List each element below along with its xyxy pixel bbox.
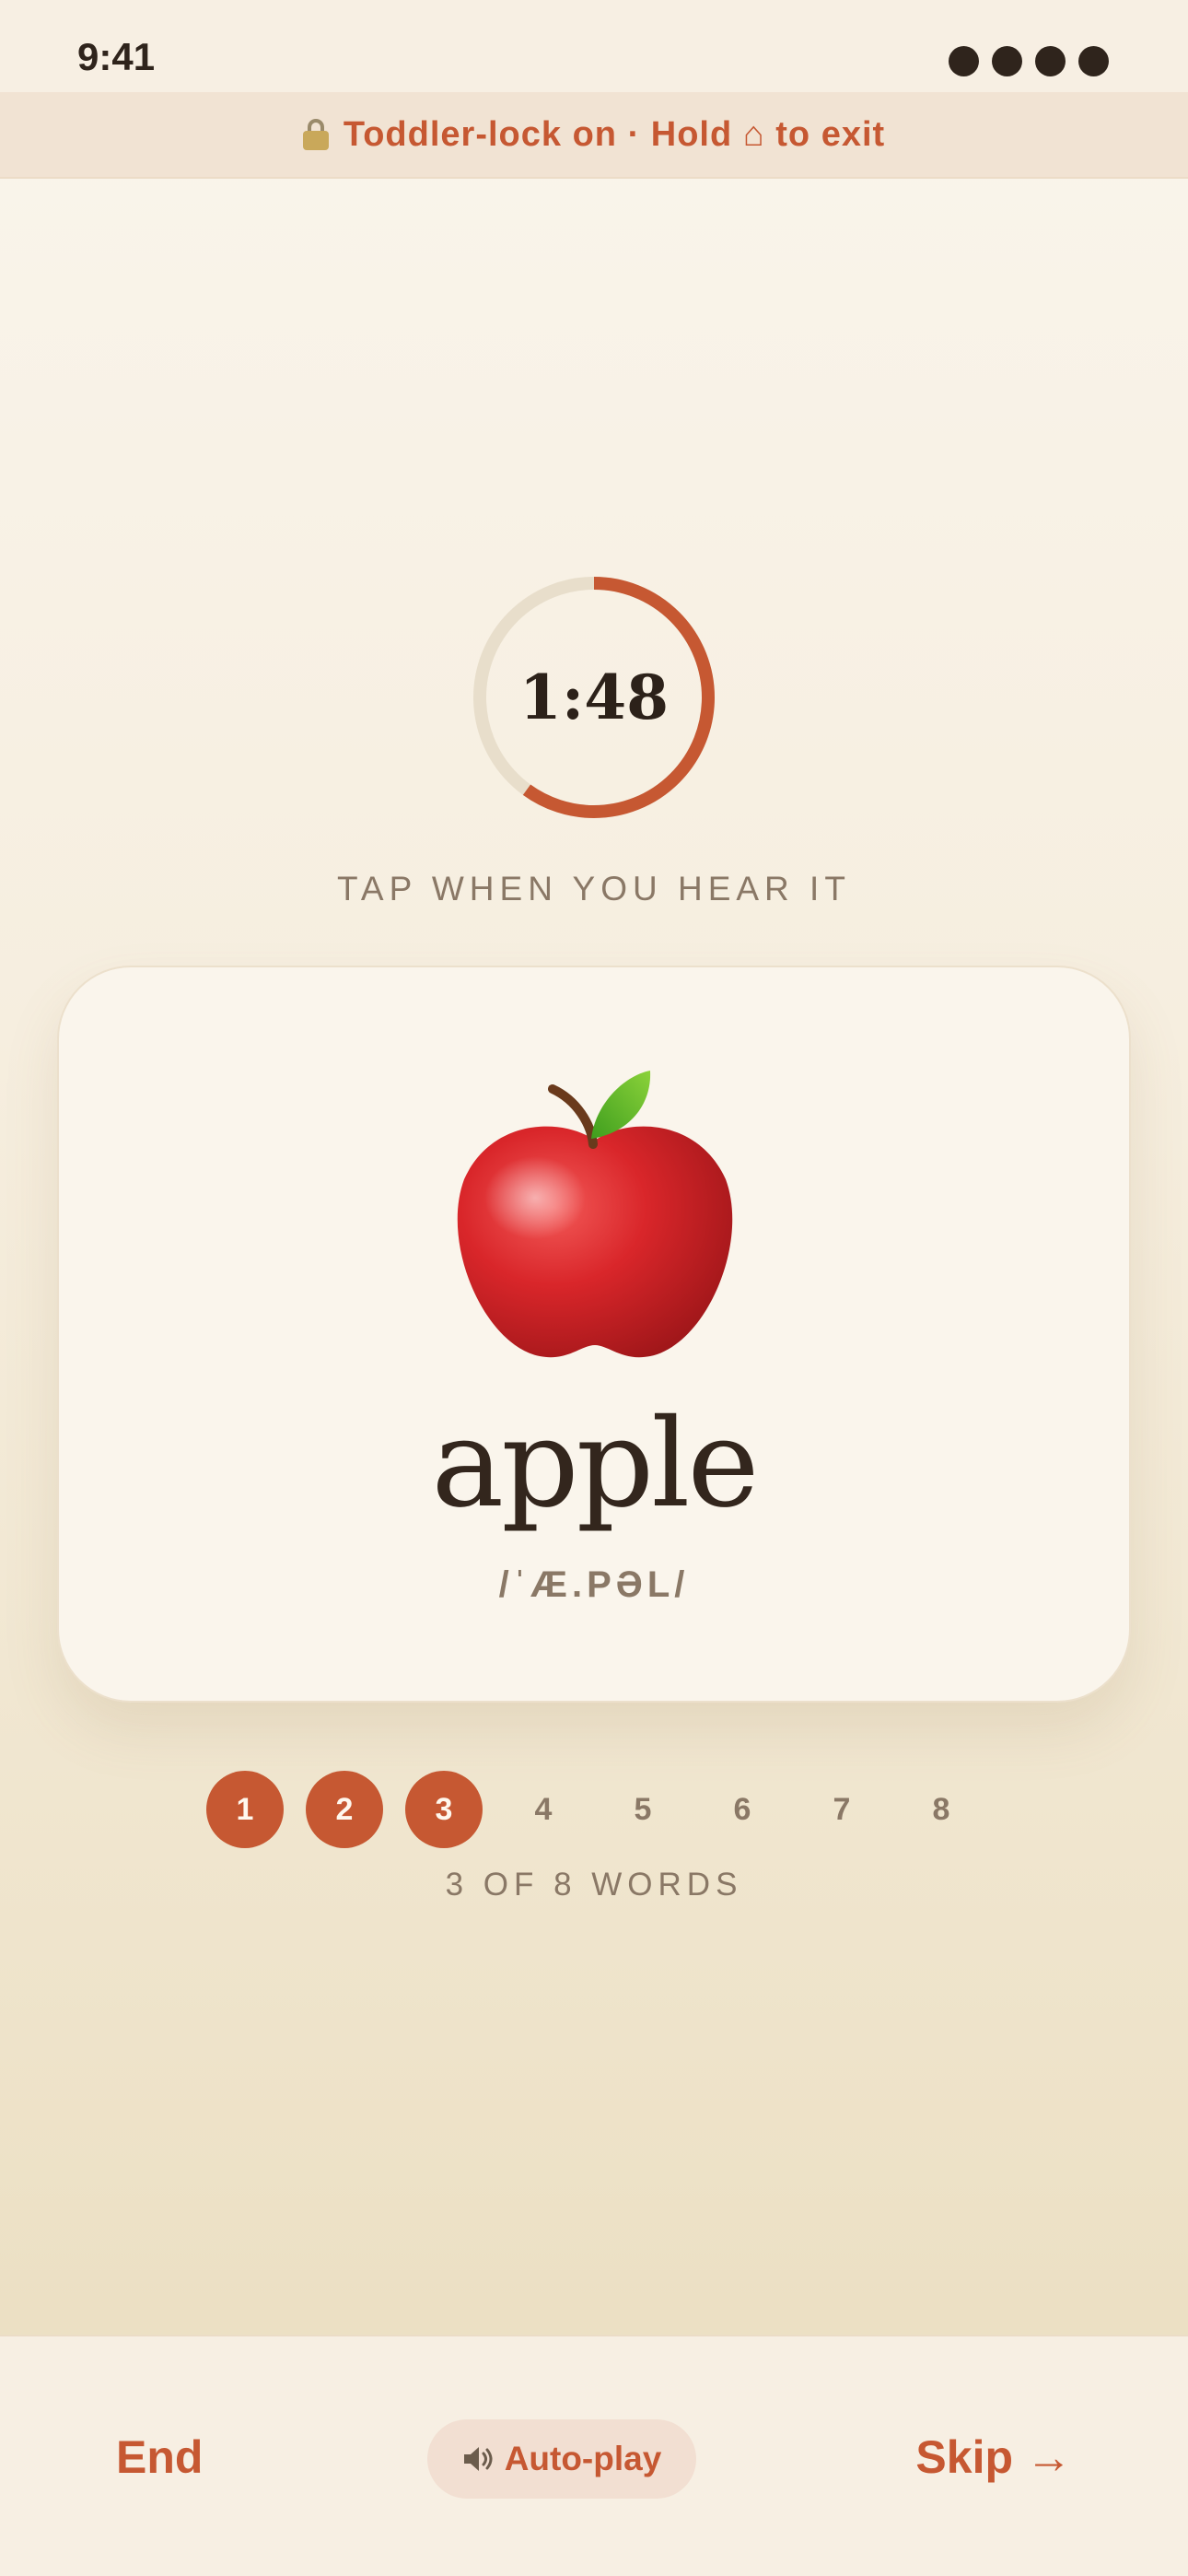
progress-step: 7 bbox=[833, 1791, 851, 1827]
status-dot bbox=[992, 46, 1022, 76]
status-dot bbox=[949, 46, 979, 76]
status-indicators bbox=[949, 46, 1109, 76]
status-time: 9:41 bbox=[77, 35, 156, 78]
skip-label: Skip bbox=[915, 2431, 1013, 2483]
autoplay-label: Auto-play bbox=[504, 2440, 662, 2477]
instruction-text: TAP WHEN YOU HEAR IT bbox=[337, 870, 851, 907]
end-button[interactable]: End bbox=[116, 2430, 203, 2484]
progress-label: 3 OF 8 WORDS bbox=[445, 1867, 743, 1903]
progress-step: 5 bbox=[634, 1791, 652, 1827]
phonetic-spelling: /ˈÆ.PƏL/ bbox=[498, 1564, 690, 1605]
lock-icon bbox=[302, 119, 329, 150]
progress-step: 4 bbox=[534, 1791, 553, 1827]
bottom-toolbar: End Auto-play Skip → bbox=[0, 2335, 1188, 2576]
progress-step: 6 bbox=[733, 1791, 751, 1827]
apple-image bbox=[457, 1071, 733, 1358]
word-card[interactable]: apple /ˈÆ.PƏL/ bbox=[57, 966, 1131, 1703]
progress-step: 2 bbox=[306, 1771, 383, 1848]
toddler-lock-banner: Toddler-lock on · Hold ⌂ to exit bbox=[0, 92, 1188, 179]
progress-step: 1 bbox=[206, 1771, 284, 1848]
timer-value: 1:48 bbox=[518, 662, 670, 733]
progress-step: 3 bbox=[405, 1771, 483, 1848]
status-dot bbox=[1078, 46, 1109, 76]
arrow-right-icon: → bbox=[1026, 2431, 1072, 2483]
lock-banner-text: Toddler-lock on · Hold ⌂ to exit bbox=[343, 114, 886, 154]
progress-step: 8 bbox=[932, 1791, 950, 1827]
countdown-timer: 1:48 bbox=[470, 573, 718, 822]
autoplay-toggle[interactable]: Auto-play bbox=[427, 2419, 696, 2499]
target-word: apple bbox=[431, 1393, 759, 1535]
speaker-icon bbox=[463, 2447, 493, 2471]
skip-button[interactable]: Skip → bbox=[915, 2430, 1072, 2484]
word-progress: 123 4 5 6 7 8 bbox=[206, 1771, 980, 1848]
status-dot bbox=[1035, 46, 1066, 76]
status-bar: 9:41 bbox=[0, 0, 1188, 92]
